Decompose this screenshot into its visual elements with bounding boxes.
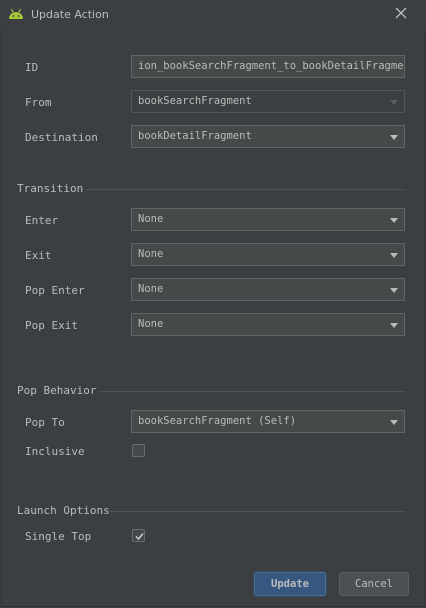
pop-to-dropdown[interactable]: bookSearchFragment (Self): [131, 410, 405, 433]
enter-label: Enter: [25, 214, 59, 227]
from-dropdown: bookSearchFragment: [131, 90, 405, 113]
id-value: ion_bookSearchFragment_to_bookDetailFrag…: [138, 60, 405, 72]
id-label: ID: [25, 61, 39, 74]
chevron-down-icon: [390, 253, 398, 258]
pop-to-value: bookSearchFragment (Self): [138, 415, 297, 427]
enter-value: None: [138, 213, 164, 225]
exit-label: Exit: [25, 249, 52, 262]
chevron-down-icon: [390, 218, 398, 223]
pop-exit-value: None: [138, 318, 164, 330]
checkmark-icon: [135, 533, 144, 541]
inclusive-label: Inclusive: [25, 445, 85, 458]
transition-heading: Transition: [17, 182, 84, 195]
id-input[interactable]: ion_bookSearchFragment_to_bookDetailFrag…: [131, 55, 405, 78]
pop-enter-dropdown[interactable]: None: [131, 278, 405, 301]
pop-exit-dropdown[interactable]: None: [131, 313, 405, 336]
single-top-checkbox[interactable]: [132, 529, 145, 542]
chevron-down-icon: [390, 100, 398, 105]
transition-separator: [86, 189, 406, 190]
cancel-button[interactable]: Cancel: [339, 572, 409, 596]
exit-value: None: [138, 248, 164, 260]
chevron-down-icon: [390, 420, 398, 425]
update-button[interactable]: Update: [254, 572, 326, 596]
chevron-down-icon: [390, 288, 398, 293]
pop-enter-label: Pop Enter: [25, 284, 85, 297]
close-icon[interactable]: [394, 6, 408, 20]
enter-dropdown[interactable]: None: [131, 208, 405, 231]
android-icon: [9, 8, 23, 19]
inclusive-checkbox[interactable]: [132, 444, 145, 457]
exit-dropdown[interactable]: None: [131, 243, 405, 266]
pop-exit-label: Pop Exit: [25, 319, 78, 332]
pop-to-label: Pop To: [25, 416, 65, 429]
destination-dropdown[interactable]: bookDetailFragment: [131, 125, 405, 148]
launch-options-separator: [108, 511, 406, 512]
title-bar: Update Action: [0, 0, 426, 30]
single-top-label: Single Top: [25, 530, 92, 543]
pop-behavior-heading: Pop Behavior: [17, 384, 97, 397]
window-title: Update Action: [31, 8, 109, 21]
from-label: From: [25, 96, 52, 109]
launch-options-heading: Launch Options: [17, 504, 110, 517]
pop-enter-value: None: [138, 283, 164, 295]
chevron-down-icon: [390, 135, 398, 140]
pop-behavior-separator: [98, 391, 406, 392]
destination-value: bookDetailFragment: [138, 130, 252, 142]
chevron-down-icon: [390, 323, 398, 328]
from-value: bookSearchFragment: [138, 95, 252, 107]
destination-label: Destination: [25, 131, 98, 144]
